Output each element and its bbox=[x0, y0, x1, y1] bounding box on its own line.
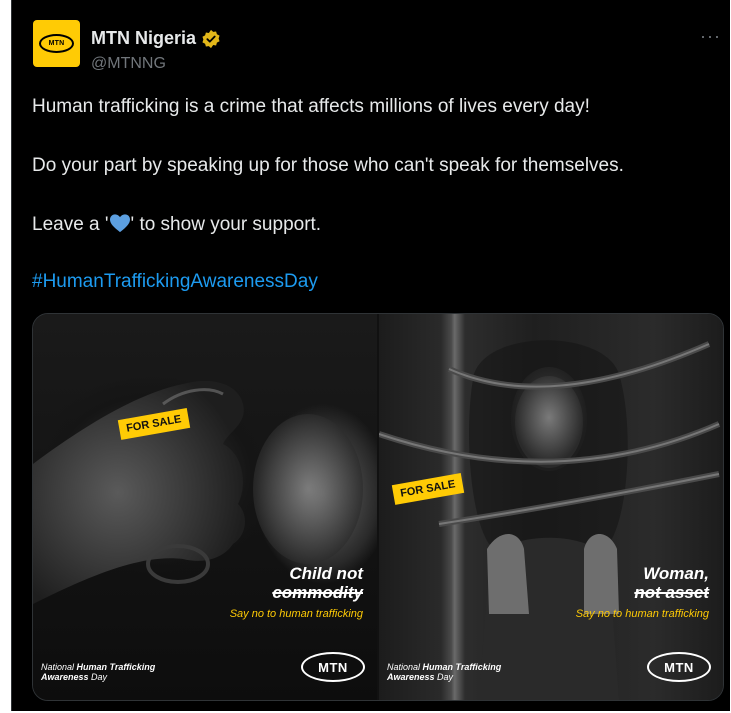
tweet-card: MTN MTN Nigeria @MTNNG ··· Human traffic… bbox=[11, 0, 730, 711]
headline-line-2: not asset bbox=[634, 583, 709, 602]
headline-line-1: Child not bbox=[289, 564, 363, 583]
avatar[interactable]: MTN bbox=[33, 20, 80, 67]
tagline: Say no to human trafficking bbox=[575, 608, 709, 620]
author-name[interactable]: MTN Nigeria bbox=[91, 28, 196, 49]
awareness-bold: Human Trafficking bbox=[76, 662, 156, 672]
tweet-text-leave-a: Leave a ' bbox=[32, 214, 109, 235]
headline-line-2: commodity bbox=[272, 583, 363, 602]
awareness-line2-bold: Awareness bbox=[41, 672, 89, 682]
awareness-prefix: National bbox=[387, 662, 423, 672]
awareness-day-label: National Human Trafficking Awareness Day bbox=[387, 662, 501, 682]
author-name-row: MTN Nigeria bbox=[91, 28, 221, 49]
media-image-left[interactable]: FOR SALE Child not commodity Say no to h… bbox=[33, 314, 377, 700]
mtn-logo: MTN bbox=[647, 652, 711, 682]
awareness-day-label: National Human Trafficking Awareness Day bbox=[41, 662, 155, 682]
awareness-bold: Human Trafficking bbox=[422, 662, 502, 672]
blue-heart-icon bbox=[109, 213, 131, 233]
media-image-right[interactable]: FOR SALE Woman, not asset Say no to huma… bbox=[379, 314, 723, 700]
headline-line-1: Woman, bbox=[643, 564, 709, 583]
mtn-logo: MTN bbox=[301, 652, 365, 682]
awareness-line2-rest: Day bbox=[88, 672, 108, 682]
headline: Woman, not asset bbox=[634, 564, 709, 602]
awareness-line2-rest: Day bbox=[434, 672, 454, 682]
woman-behind-chains bbox=[379, 340, 721, 700]
tweet-media[interactable]: FOR SALE Child not commodity Say no to h… bbox=[32, 313, 724, 701]
tweet-text-support: ' to show your support. bbox=[130, 214, 322, 235]
awareness-prefix: National bbox=[41, 662, 77, 672]
awareness-line2-bold: Awareness bbox=[387, 672, 435, 682]
author-handle[interactable]: @MTNNG bbox=[91, 55, 166, 73]
more-options-icon[interactable]: ··· bbox=[700, 26, 721, 47]
headline: Child not commodity bbox=[272, 564, 363, 602]
tweet-text-line-3: Leave a ' ' to show your support. bbox=[32, 213, 321, 236]
hand-silhouette bbox=[33, 380, 363, 604]
hashtag-link[interactable]: #HumanTraffickingAwarenessDay bbox=[32, 271, 318, 293]
tweet-text-line-2: Do your part by speaking up for those wh… bbox=[32, 155, 624, 176]
tagline: Say no to human trafficking bbox=[229, 608, 363, 620]
avatar-logo: MTN bbox=[39, 34, 74, 53]
verified-badge-icon[interactable] bbox=[201, 29, 221, 49]
tweet-text-line-1: Human trafficking is a crime that affect… bbox=[32, 96, 590, 117]
